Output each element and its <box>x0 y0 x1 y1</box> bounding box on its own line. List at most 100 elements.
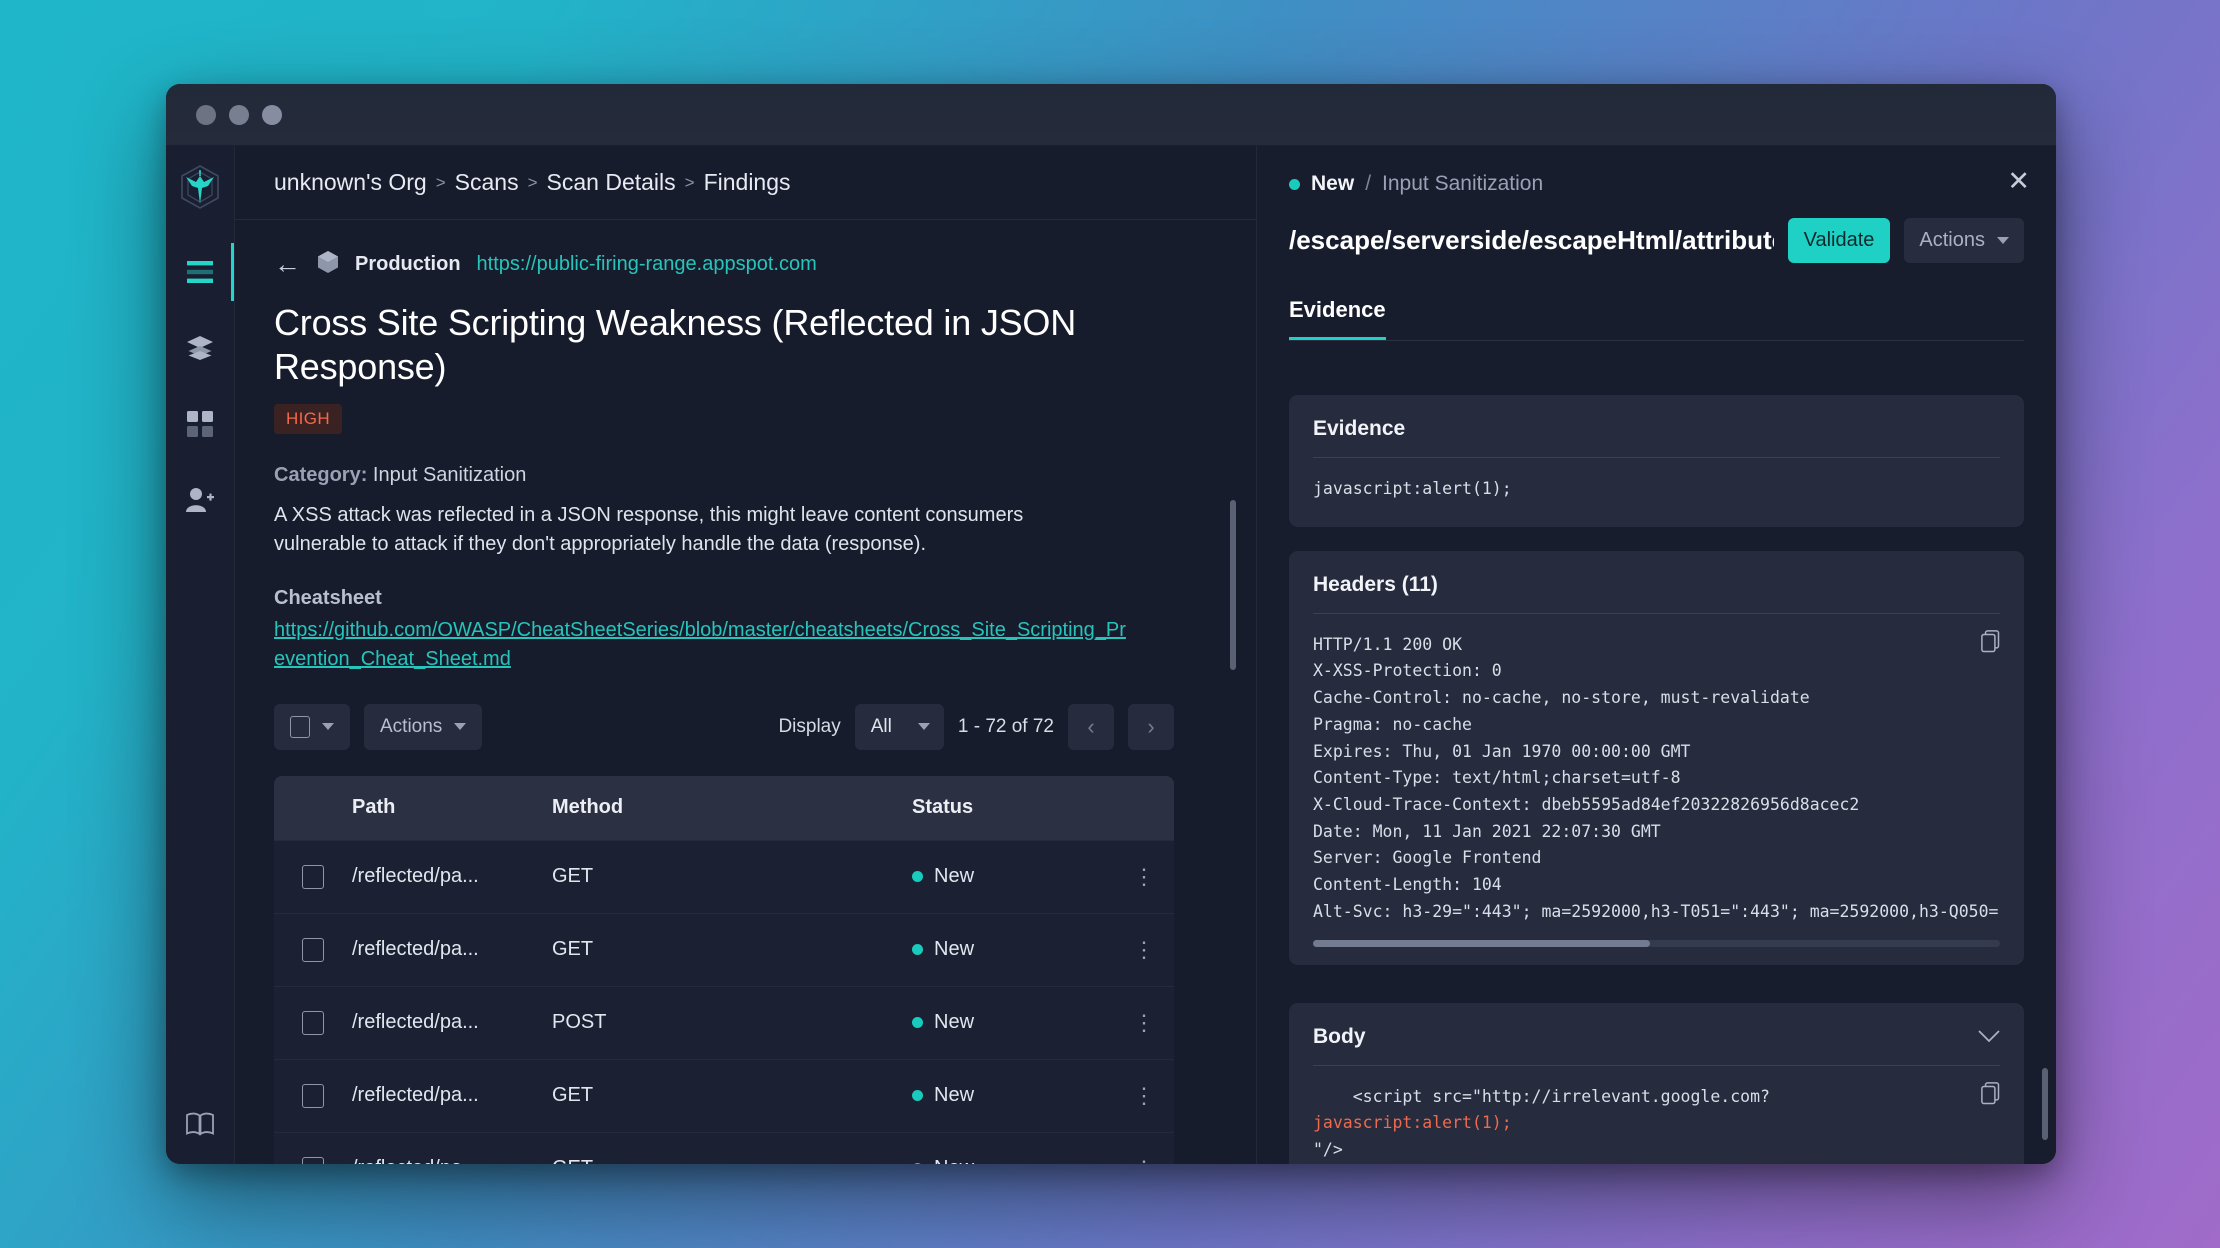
status-dot-icon <box>912 1017 923 1029</box>
window-titlebar <box>166 84 2056 146</box>
panel-tabbar: Evidence <box>1289 297 2024 341</box>
findings-table: Path Method Status /reflected/pa... GET Ne… <box>274 775 1174 1164</box>
phoenix-logo-icon[interactable] <box>178 164 222 215</box>
row-actions-button[interactable]: ⋮ <box>1114 864 1174 890</box>
row-actions-button[interactable]: ⋮ <box>1114 937 1174 963</box>
row-path: /reflected/pa... <box>352 1157 552 1164</box>
environment-row: ← Production https://public-firing-range… <box>235 220 1226 279</box>
category-value: Input Sanitization <box>372 463 527 486</box>
back-arrow-icon[interactable]: ← <box>274 251 301 278</box>
panel-actions-button[interactable]: Actions <box>1904 218 2024 263</box>
evidence-card-title: Evidence <box>1313 417 2000 458</box>
sidebar-item-grid[interactable] <box>166 401 234 447</box>
main-scrollbar[interactable] <box>1230 500 1236 670</box>
breadcrumb-item-scan-details[interactable]: Scan Details <box>547 169 676 196</box>
row-actions-button[interactable]: ⋮ <box>1114 1083 1174 1109</box>
display-select[interactable]: All <box>854 703 944 750</box>
pagination-range: 1 - 72 of 72 <box>957 715 1054 737</box>
table-header-method[interactable]: Method <box>552 796 912 819</box>
panel-actions-label: Actions <box>1919 229 1985 251</box>
panel-scrollbar[interactable] <box>2042 1068 2048 1140</box>
breadcrumb-separator: > <box>527 172 538 192</box>
next-page-button[interactable]: › <box>1128 703 1174 750</box>
copy-icon[interactable] <box>1981 1081 2000 1110</box>
sidebar-item-add-user[interactable] <box>166 477 234 523</box>
table-header-status[interactable]: Status <box>912 796 1114 819</box>
bulk-actions-button[interactable]: Actions <box>364 703 483 750</box>
body-card-title: Body <box>1313 1024 1366 1048</box>
cheatsheet-label: Cheatsheet <box>274 586 382 609</box>
copy-icon[interactable] <box>1981 629 2000 658</box>
tab-evidence[interactable]: Evidence <box>1289 297 1386 340</box>
table-row[interactable]: /reflected/pa...GETNew⋮ <box>274 839 1174 913</box>
breadcrumb-separator: > <box>684 172 695 192</box>
row-checkbox[interactable] <box>302 864 324 889</box>
environment-url[interactable]: https://public-firing-range.appspot.com <box>477 253 817 276</box>
row-checkbox-cell <box>274 937 352 962</box>
status-dot-icon <box>1289 178 1300 190</box>
validate-button[interactable]: Validate <box>1787 218 1891 263</box>
severity-badge: HIGH <box>274 403 343 434</box>
row-status: New <box>912 865 1114 888</box>
panel-header: New / Input Sanitization /escape/servers… <box>1257 146 2056 263</box>
close-window-button[interactable] <box>196 104 216 125</box>
chevron-down-icon <box>1997 237 2009 244</box>
select-all-checkbox[interactable] <box>290 715 310 738</box>
row-checkbox[interactable] <box>302 1083 324 1108</box>
breadcrumb-item-findings[interactable]: Findings <box>704 169 791 196</box>
breadcrumb-item-org[interactable]: unknown's Org <box>274 169 427 196</box>
row-status: New <box>912 1011 1114 1034</box>
main-scroll-area: ← Production https://public-firing-range… <box>235 220 1256 1164</box>
chevron-down-icon <box>454 723 467 731</box>
row-checkbox-cell <box>274 1010 352 1035</box>
row-path: /reflected/pa... <box>352 1011 479 1034</box>
row-checkbox[interactable] <box>302 1010 324 1035</box>
row-status-label: New <box>934 1084 975 1107</box>
panel-status-separator: / <box>1365 172 1372 195</box>
row-path: /reflected/pa... <box>352 1084 479 1107</box>
table-toolbar: Actions Display All 1 - 72 of 72 ‹ › <box>235 674 1226 750</box>
table-row[interactable]: /reflected/pa... POST New ⋮ <box>274 985 1174 1059</box>
row-status-label: New <box>934 938 975 961</box>
row-path: /reflected/pa... <box>352 938 479 961</box>
finding-description: A XSS attack was reflected in a JSON res… <box>274 503 1024 555</box>
row-checkbox[interactable] <box>302 1156 324 1164</box>
row-checkbox-cell <box>274 1083 352 1108</box>
cheatsheet-link[interactable]: https://github.com/OWASP/CheatSheetSerie… <box>235 610 1195 674</box>
maximize-window-button[interactable] <box>262 104 282 125</box>
panel-status-row: New / Input Sanitization <box>1289 172 2024 196</box>
display-label: Display <box>778 715 841 737</box>
page-title: Cross Site Scripting Weakness (Reflected… <box>274 302 1077 388</box>
row-checkbox[interactable] <box>302 937 324 962</box>
chevron-down-icon <box>322 723 334 731</box>
breadcrumb: unknown's Org > Scans > Scan Details > F… <box>235 146 1256 220</box>
table-row[interactable]: /reflected/pa...GETNew⋮ <box>274 1058 1174 1132</box>
sidebar-item-docs[interactable] <box>166 1112 234 1136</box>
panel-category: Input Sanitization <box>1382 172 1544 195</box>
row-status-label: New <box>934 1157 974 1164</box>
status-dot-icon <box>912 1163 923 1164</box>
sidebar-item-list[interactable] <box>166 243 234 301</box>
select-all-dropdown[interactable] <box>274 703 350 750</box>
close-panel-button[interactable]: ✕ <box>2007 168 2030 195</box>
status-dot-icon <box>912 871 923 883</box>
table-header-path[interactable]: Path <box>352 796 552 819</box>
row-checkbox-cell <box>274 1156 352 1164</box>
row-actions-button[interactable]: ⋮ <box>1114 1010 1174 1036</box>
evidence-card: Evidence javascript:alert(1); <box>1289 395 2024 527</box>
row-status: New <box>912 1084 1114 1107</box>
headers-hscrollbar[interactable] <box>1313 939 2000 947</box>
row-method: GET <box>552 865 594 888</box>
row-actions-button[interactable]: ⋮ <box>1114 1156 1174 1164</box>
table-row[interactable]: /reflected/pa...GETNew⋮ <box>274 1131 1174 1164</box>
prev-page-button[interactable]: ‹ <box>1068 703 1114 750</box>
sidebar-items <box>166 243 234 523</box>
chevron-down-icon[interactable] <box>1978 1025 2000 1049</box>
sidebar-item-layers[interactable] <box>166 325 234 371</box>
row-status-label: New <box>934 1011 975 1034</box>
body-line-3: "/> <box>1313 1140 1343 1160</box>
row-status: New <box>912 938 1114 961</box>
minimize-window-button[interactable] <box>229 104 249 125</box>
table-row[interactable]: /reflected/pa...GETNew⋮ <box>274 912 1174 986</box>
breadcrumb-item-scans[interactable]: Scans <box>455 169 519 196</box>
